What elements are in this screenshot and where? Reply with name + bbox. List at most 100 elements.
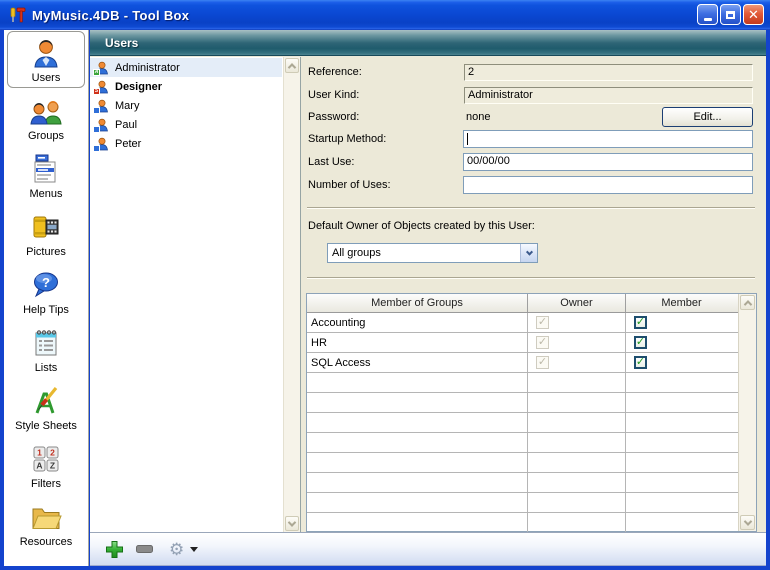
sidebar-item-pictures[interactable]: Pictures (7, 205, 85, 262)
list-item-administrator[interactable]: A Administrator (90, 58, 282, 77)
number-of-uses-input[interactable] (463, 176, 753, 194)
last-use-input[interactable]: 00/00/00 (463, 153, 753, 171)
user-icon (31, 35, 61, 71)
table-row-sql-access: SQL Access ✓ ✓ (307, 353, 738, 373)
lists-icon (32, 325, 60, 361)
user-icon (95, 137, 109, 151)
delete-user-button[interactable] (136, 545, 153, 553)
table-empty-row (307, 373, 738, 393)
scroll-down-button[interactable] (740, 515, 755, 530)
titlebar[interactable]: MyMusic.4DB - Tool Box ✕ (0, 0, 770, 30)
scroll-down-button[interactable] (285, 516, 299, 531)
member-of-groups-table: Member of Groups Owner Member Accounting… (306, 293, 757, 532)
minimize-icon (704, 18, 712, 21)
add-icon (105, 540, 124, 559)
list-item-paul[interactable]: Paul (90, 115, 282, 134)
list-item-mary[interactable]: Mary (90, 96, 282, 115)
reference-label: Reference: (308, 66, 362, 78)
user-icon (95, 118, 109, 132)
sidebar-item-groups[interactable]: Groups (7, 89, 85, 146)
table-row-accounting: Accounting ✓ ✓ (307, 313, 738, 333)
combo-dropdown-button[interactable] (520, 244, 537, 262)
list-item-designer[interactable]: S Designer (90, 77, 282, 96)
add-user-button[interactable] (105, 540, 124, 559)
pictures-icon (31, 209, 61, 245)
user-name: Designer (115, 81, 162, 93)
combo-selected-value: All groups (328, 247, 520, 259)
window-title: MyMusic.4DB - Tool Box (32, 8, 189, 23)
table-empty-row (307, 433, 738, 453)
user-name: Peter (115, 138, 141, 150)
password-label: Password: (308, 111, 359, 123)
sidebar-item-style-sheets[interactable]: Style Sheets (7, 379, 85, 436)
member-checkbox[interactable]: ✓ (634, 316, 647, 329)
filters-icon: 1 2 A Z (31, 441, 61, 477)
user-name: Paul (115, 119, 137, 131)
panel-header: Users (90, 30, 766, 56)
password-value: none (466, 111, 490, 123)
member-badge (93, 107, 100, 114)
table-empty-row (307, 493, 738, 513)
sidebar-item-resources[interactable]: Resources (7, 495, 85, 552)
edit-password-button[interactable]: Edit... (662, 107, 753, 127)
table-empty-row (307, 473, 738, 493)
group-name-cell: Accounting (307, 313, 527, 332)
svg-text:A: A (36, 461, 42, 471)
close-icon: ✕ (748, 8, 759, 21)
svg-text:2: 2 (50, 448, 55, 458)
maximize-icon (726, 11, 735, 19)
scroll-up-button[interactable] (285, 58, 299, 73)
sidebar-item-menus[interactable]: Menus (7, 147, 85, 204)
chevron-up-icon (743, 300, 751, 308)
list-item-peter[interactable]: Peter (90, 134, 282, 153)
remove-icon (136, 545, 153, 553)
close-button[interactable]: ✕ (743, 4, 764, 25)
user-list-scrollbar[interactable] (283, 57, 300, 532)
default-owner-label: Default Owner of Objects created by this… (308, 220, 535, 232)
check-icon: ✓ (636, 337, 645, 348)
column-header-member[interactable]: Member (625, 294, 737, 312)
groups-icon (30, 93, 62, 129)
table-scrollbar[interactable] (738, 294, 756, 531)
text-caret (467, 133, 468, 145)
style-sheets-icon (30, 383, 62, 419)
separator (307, 277, 755, 279)
sidebar-item-label: Menus (29, 188, 62, 200)
chevron-down-icon (743, 517, 751, 525)
column-header-owner[interactable]: Owner (527, 294, 625, 312)
member-checkbox[interactable]: ✓ (634, 336, 647, 349)
user-list: A Administrator S Designer M (90, 57, 301, 532)
sidebar-item-label: Users (32, 72, 61, 84)
minimize-button[interactable] (697, 4, 718, 25)
main-panel: Users A Administrator S Designer (90, 30, 766, 566)
gear-dropdown-arrow[interactable] (190, 547, 198, 552)
last-use-label: Last Use: (308, 156, 354, 168)
user-name: Mary (115, 100, 139, 112)
chevron-up-icon (288, 63, 296, 71)
user-designer-icon: S (95, 80, 109, 94)
member-checkbox[interactable]: ✓ (634, 356, 647, 369)
sidebar-item-filters[interactable]: 1 2 A Z Filters (7, 437, 85, 494)
app-window: MyMusic.4DB - Tool Box ✕ Users (0, 0, 770, 570)
admin-badge: A (93, 69, 100, 76)
actions-gear-button[interactable]: ⚙ (169, 541, 184, 558)
table-empty-row (307, 413, 738, 433)
designer-badge: S (93, 88, 100, 95)
page-title: Users (105, 36, 138, 50)
maximize-button[interactable] (720, 4, 741, 25)
owner-checkbox-disabled: ✓ (536, 316, 549, 329)
column-header-member-of-groups[interactable]: Member of Groups (307, 294, 527, 312)
check-icon: ✓ (538, 357, 547, 368)
default-owner-select[interactable]: All groups (327, 243, 538, 263)
user-kind-field: Administrator (464, 87, 753, 104)
sidebar-item-lists[interactable]: Lists (7, 321, 85, 378)
sidebar-item-help-tips[interactable]: ? Help Tips (7, 263, 85, 320)
scroll-up-button[interactable] (740, 295, 755, 310)
number-of-uses-label: Number of Uses: (308, 179, 391, 191)
sidebar-item-users[interactable]: Users (7, 31, 85, 88)
svg-text:1: 1 (37, 448, 42, 458)
group-name-cell: SQL Access (307, 353, 527, 372)
startup-method-input[interactable] (463, 130, 753, 148)
user-name: Administrator (115, 62, 180, 74)
user-icon (95, 99, 109, 113)
